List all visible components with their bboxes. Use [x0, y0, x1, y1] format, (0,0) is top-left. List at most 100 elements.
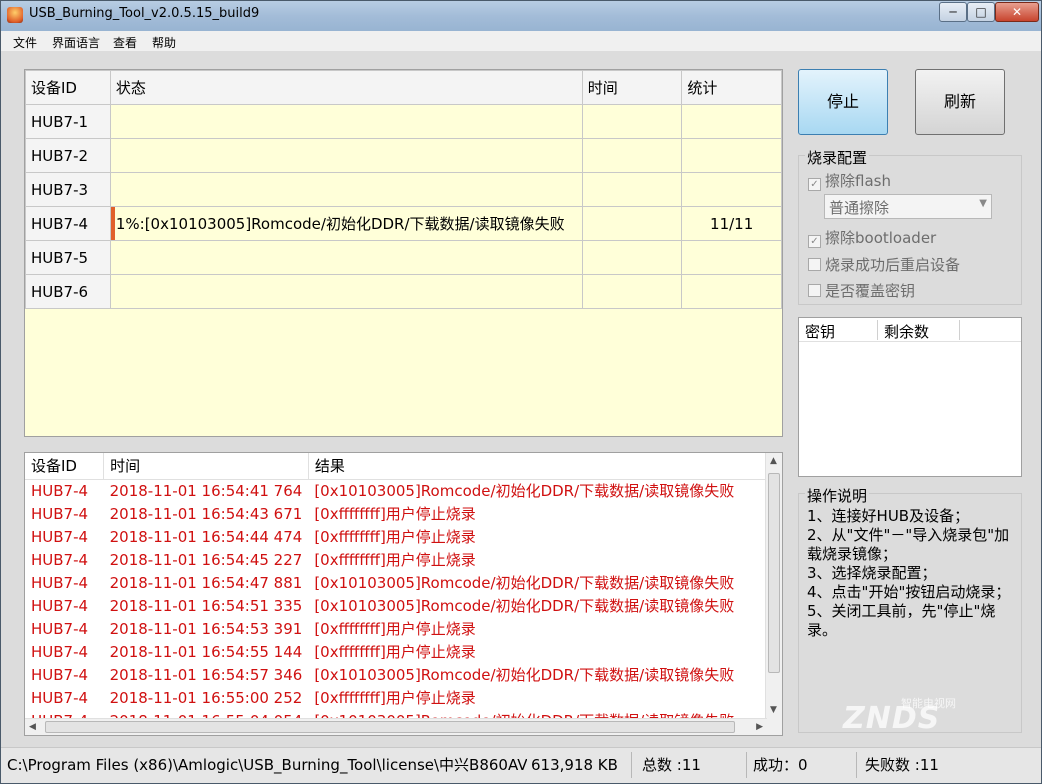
status-size: 613,918 KB	[531, 756, 618, 774]
maximize-button[interactable]: □	[967, 2, 995, 22]
status-success: 成功：0	[753, 756, 808, 774]
device-stat	[681, 240, 782, 275]
log-device: HUB7-4	[31, 481, 89, 500]
device-status	[109, 172, 583, 207]
scroll-down-icon[interactable]: ▼	[770, 705, 777, 715]
device-row-active[interactable]: HUB7-4 1%:[0x10103005]Romcode/初始化DDR/下载数…	[25, 206, 782, 241]
menu-view[interactable]: 查看	[113, 34, 137, 51]
log-row[interactable]: HUB7-4 2018-11-01 16:54:47 881 [0x10103005…	[25, 571, 767, 594]
overwrite-key-checkbox[interactable]: 是否覆盖密钥	[808, 280, 915, 301]
app-icon	[7, 7, 23, 23]
device-row[interactable]: HUB7-3	[25, 172, 782, 207]
log-device: HUB7-4	[31, 504, 89, 523]
device-id: HUB7-1	[25, 104, 111, 139]
log-row[interactable]: HUB7-4 2018-11-01 16:54:53 391 [0xffffffff…	[25, 617, 767, 640]
scroll-up-icon[interactable]: ▲	[770, 456, 777, 466]
instructions-title: 操作说明	[805, 485, 870, 506]
log-time: 2018-11-01 16:54:57 346	[109, 665, 303, 684]
col-key[interactable]: 密钥	[805, 321, 835, 342]
reboot-after-checkbox[interactable]: 烧录成功后重启设备	[808, 254, 960, 275]
device-time	[581, 240, 683, 275]
stop-button[interactable]: 停止	[798, 69, 888, 135]
device-row[interactable]: HUB7-2	[25, 138, 782, 173]
menu-bar: 文件 界面语言 查看 帮助	[1, 31, 1041, 51]
col-remaining[interactable]: 剩余数	[884, 321, 929, 342]
scroll-left-icon[interactable]: ◀	[29, 722, 36, 732]
menu-help[interactable]: 帮助	[152, 34, 176, 51]
device-id: HUB7-3	[25, 172, 111, 207]
reboot-after-label: 烧录成功后重启设备	[825, 256, 961, 274]
device-stat	[681, 104, 782, 139]
device-row[interactable]: HUB7-1	[25, 104, 782, 139]
progress-marker	[111, 207, 115, 240]
instruction-line: 5、关闭工具前，先"停止"烧录。	[807, 602, 996, 639]
status-failed: 失败数 :11	[865, 756, 939, 774]
log-row[interactable]: HUB7-4 2018-11-01 16:54:43 671 [0xffffffff…	[25, 502, 767, 525]
device-time	[581, 206, 683, 241]
menu-language[interactable]: 界面语言	[52, 34, 100, 51]
log-result: [0x10103005]Romcode/初始化DDR/下载数据/读取镜像失败	[314, 597, 735, 615]
log-row[interactable]: HUB7-4 2018-11-01 16:54:51 335 [0x10103005…	[25, 594, 767, 617]
dropdown-arrow-icon: ▼	[979, 198, 987, 209]
device-stat	[681, 274, 782, 309]
log-device: HUB7-4	[31, 665, 89, 684]
log-result: [0xffffffff]用户停止烧录	[314, 505, 476, 523]
col-status[interactable]: 状态	[109, 70, 583, 105]
znds-watermark: ZNDS	[843, 701, 941, 736]
device-status	[109, 104, 583, 139]
scroll-thumb[interactable]	[768, 473, 780, 673]
log-row[interactable]: HUB7-4 2018-11-01 16:54:45 227 [0xffffffff…	[25, 548, 767, 571]
log-horizontal-scrollbar[interactable]: ◀ ▶	[25, 718, 767, 735]
log-row[interactable]: HUB7-4 2018-11-01 16:54:57 346 [0x10103005…	[25, 663, 767, 686]
log-row[interactable]: HUB7-4 2018-11-01 16:54:41 764 [0x10103005…	[25, 479, 767, 502]
log-result: [0xffffffff]用户停止烧录	[314, 551, 476, 569]
log-time: 2018-11-01 16:54:41 764	[109, 481, 303, 500]
log-device: HUB7-4	[31, 573, 89, 592]
log-time: 2018-11-01 16:54:53 391	[109, 619, 303, 638]
status-divider	[746, 752, 747, 778]
erase-mode-select[interactable]: 普通擦除 ▼	[824, 194, 992, 219]
log-result: [0x10103005]Romcode/初始化DDR/下载数据/读取镜像失败	[314, 482, 735, 501]
log-time: 2018-11-01 16:54:43 671	[109, 504, 303, 523]
scroll-right-icon[interactable]: ▶	[756, 722, 763, 732]
checkbox-box	[808, 258, 821, 271]
log-row[interactable]: HUB7-4 2018-11-01 16:54:55 144 [0xffffffff…	[25, 640, 767, 663]
log-col-device-id[interactable]: 设备ID	[25, 453, 105, 480]
window-title: USB_Burning_Tool_v2.0.5.15_build9	[29, 6, 260, 21]
instruction-line: 1、连接好HUB及设备；	[807, 507, 970, 525]
key-list[interactable]: 密钥 剩余数	[798, 317, 1022, 477]
erase-bootloader-checkbox[interactable]: ✓ 擦除bootloader	[808, 227, 936, 248]
log-result: [0xffffffff]用户停止烧录	[314, 689, 476, 707]
log-time: 2018-11-01 16:55:00 252	[109, 688, 303, 707]
instruction-line: 4、点击"开始"按钮启动烧录；	[807, 583, 1011, 601]
log-time: 2018-11-01 16:54:44 474	[109, 527, 303, 546]
minimize-button[interactable]: ─	[939, 2, 967, 22]
device-id: HUB7-6	[25, 274, 111, 309]
title-bar[interactable]: USB_Burning_Tool_v2.0.5.15_build9 ─ □ ✕	[1, 1, 1041, 31]
instructions-body: 1、连接好HUB及设备； 2、从"文件"－"导入烧录包"加载烧录镜像； 3、选择…	[807, 507, 1017, 640]
col-time[interactable]: 时间	[581, 70, 683, 105]
device-id: HUB7-4	[25, 206, 111, 241]
col-device-id[interactable]: 设备ID	[25, 70, 111, 105]
close-button[interactable]: ✕	[995, 2, 1039, 22]
log-vertical-scrollbar[interactable]: ▲ ▼	[765, 453, 782, 735]
device-row[interactable]: HUB7-6	[25, 274, 782, 309]
device-stat	[681, 172, 782, 207]
refresh-button[interactable]: 刷新	[915, 69, 1005, 135]
col-stat[interactable]: 统计	[681, 70, 782, 105]
log-col-result[interactable]: 结果	[308, 453, 768, 480]
device-row[interactable]: HUB7-5	[25, 240, 782, 275]
device-time	[581, 138, 683, 173]
erase-flash-checkbox[interactable]: ✓ 擦除flash	[808, 170, 891, 191]
log-row[interactable]: HUB7-4 2018-11-01 16:54:44 474 [0xffffffff…	[25, 525, 767, 548]
log-result: [0xffffffff]用户停止烧录	[314, 620, 476, 638]
device-header-row: 设备ID 状态 时间 统计	[25, 70, 782, 105]
log-device: HUB7-4	[31, 550, 89, 569]
scroll-thumb[interactable]	[45, 721, 735, 733]
log-col-time[interactable]: 时间	[103, 453, 309, 480]
menu-file[interactable]: 文件	[13, 34, 37, 51]
log-list[interactable]: 设备ID 时间 结果 HUB7-4 2018-11-01 16:54:41 764…	[24, 452, 783, 736]
log-row[interactable]: HUB7-4 2018-11-01 16:55:00 252 [0xffffffff…	[25, 686, 767, 709]
device-time	[581, 104, 683, 139]
log-time: 2018-11-01 16:54:45 227	[109, 550, 303, 569]
